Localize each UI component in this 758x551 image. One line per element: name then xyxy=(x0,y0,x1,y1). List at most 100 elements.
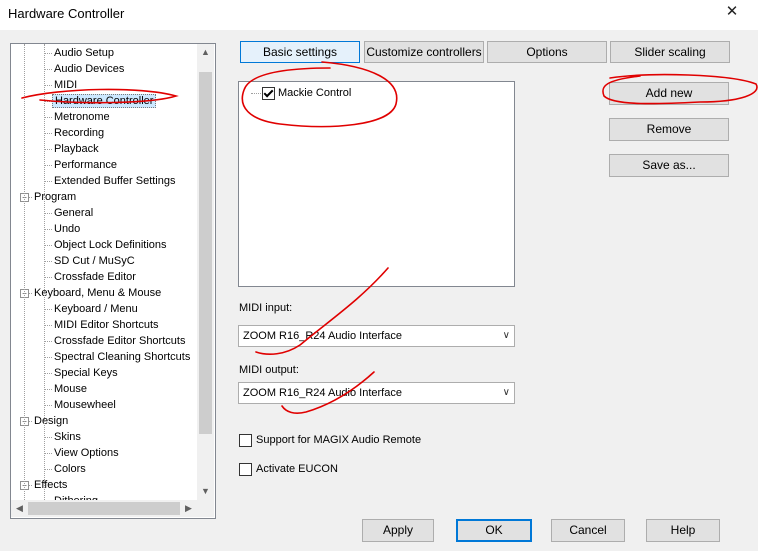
help-button[interactable]: Help xyxy=(646,519,720,542)
tree-item[interactable]: Skins xyxy=(52,429,83,445)
scroll-left-icon[interactable]: ◀ xyxy=(11,500,28,517)
list-item[interactable]: Mackie Control xyxy=(251,85,351,101)
midi-output-select[interactable]: ZOOM R16_R24 Audio Interface ∨ xyxy=(238,382,515,404)
midi-output-value: ZOOM R16_R24 Audio Interface xyxy=(243,387,402,399)
tree-viewport: Audio Setup Audio Devices MIDI Hardware Con… xyxy=(11,44,197,500)
tree-line xyxy=(44,133,52,134)
tree-line xyxy=(44,149,52,150)
tree-item[interactable]: Metronome xyxy=(52,109,112,125)
tree-line xyxy=(44,309,52,310)
tree-line xyxy=(44,53,52,54)
tree-item-label: Skins xyxy=(54,431,81,443)
tree-item[interactable]: Playback xyxy=(52,141,101,157)
tree-item-label: Spectral Cleaning Shortcuts xyxy=(54,351,191,363)
tree-item-label: Performance xyxy=(54,159,117,171)
tree-item[interactable]: Extended Buffer Settings xyxy=(52,173,178,189)
tree-item[interactable]: Effects xyxy=(32,477,69,493)
tree-item-label: Crossfade Editor xyxy=(54,271,136,283)
tree-item-label: Undo xyxy=(54,223,81,235)
tree-line xyxy=(44,181,52,182)
tree-line xyxy=(44,405,52,406)
tab-basic-settings[interactable]: Basic settings xyxy=(240,41,360,63)
tree-item[interactable]: Crossfade Editor xyxy=(52,269,138,285)
tree-item[interactable]: Mouse xyxy=(52,381,89,397)
tree-item-label: Colors xyxy=(54,463,86,475)
tree-line xyxy=(44,213,52,214)
tree-item[interactable]: Audio Devices xyxy=(52,61,126,77)
magix-remote-checkbox[interactable] xyxy=(239,433,252,447)
tree-item[interactable]: Program xyxy=(32,189,78,205)
tree-item-label: Mouse xyxy=(54,383,88,395)
tree-line xyxy=(44,453,52,454)
add-new-button[interactable]: Add new xyxy=(609,82,729,105)
tree-line xyxy=(44,261,52,262)
chevron-down-icon: ∨ xyxy=(502,330,510,341)
settings-tree[interactable]: Audio Setup Audio Devices MIDI Hardware Con… xyxy=(10,43,216,519)
tree-item[interactable]: General xyxy=(52,205,95,221)
tree-item[interactable]: Object Lock Definitions xyxy=(52,237,169,253)
tree-item[interactable]: Undo xyxy=(52,221,82,237)
tree-vertical-scrollbar[interactable]: ▲ ▼ xyxy=(197,44,214,500)
tree-item[interactable]: Recording xyxy=(52,125,106,141)
scroll-down-icon[interactable]: ▼ xyxy=(197,483,214,500)
tree-line xyxy=(44,101,52,102)
tree-item[interactable]: Performance xyxy=(52,157,119,173)
tree-item[interactable]: MIDI xyxy=(52,77,79,93)
close-icon[interactable]: ✕ xyxy=(722,2,742,22)
tree-line xyxy=(44,469,52,470)
tree-item[interactable]: Mousewheel xyxy=(52,397,118,413)
tree-item-label: Audio Setup xyxy=(54,47,114,59)
tree-item-label: Keyboard / Menu xyxy=(54,303,138,315)
tab-slider-scaling[interactable]: Slider scaling xyxy=(610,41,730,63)
tree-item[interactable]: Keyboard / Menu xyxy=(52,301,140,317)
scroll-corner xyxy=(197,500,214,517)
magix-remote-label: Support for MAGIX Audio Remote xyxy=(256,434,422,446)
tree-item-label: MIDI xyxy=(54,79,78,91)
tree-item[interactable]: Audio Setup xyxy=(52,45,116,61)
controller-checkbox[interactable] xyxy=(262,86,275,100)
tree-item-label: Keyboard, Menu & Mouse xyxy=(34,287,162,299)
ok-button[interactable]: OK xyxy=(456,519,532,542)
tree-item[interactable]: View Options xyxy=(52,445,121,461)
tree-item-label: Crossfade Editor Shortcuts xyxy=(54,335,186,347)
apply-button[interactable]: Apply xyxy=(362,519,434,542)
tree-item[interactable]: Crossfade Editor Shortcuts xyxy=(52,333,187,349)
save-as-button[interactable]: Save as... xyxy=(609,154,729,177)
tab-customize-controllers[interactable]: Customize controllers xyxy=(364,41,484,63)
eucon-checkbox[interactable] xyxy=(239,462,252,476)
tree-item-label: MIDI Editor Shortcuts xyxy=(54,319,159,331)
eucon-label: Activate EUCON xyxy=(256,463,338,475)
tree-item-label: Playback xyxy=(54,143,99,155)
scroll-thumb[interactable] xyxy=(199,72,212,434)
tree-item[interactable]: Spectral Cleaning Shortcuts xyxy=(52,349,192,365)
midi-input-value: ZOOM R16_R24 Audio Interface xyxy=(243,330,402,342)
controller-list[interactable]: Mackie Control xyxy=(238,81,515,287)
magix-remote-option[interactable]: Support for MAGIX Audio Remote xyxy=(239,433,421,447)
tree-horizontal-scrollbar[interactable]: ◀ ▶ xyxy=(11,500,197,517)
tree-item[interactable]: Dithering xyxy=(52,493,100,500)
tree-item[interactable]: Colors xyxy=(52,461,88,477)
tree-item[interactable]: Hardware Controller xyxy=(52,93,157,109)
cancel-button[interactable]: Cancel xyxy=(551,519,625,542)
scroll-right-icon[interactable]: ▶ xyxy=(180,500,197,517)
tree-line xyxy=(44,341,52,342)
tree-item[interactable]: Special Keys xyxy=(52,365,120,381)
remove-button[interactable]: Remove xyxy=(609,118,729,141)
tree-item-label: Metronome xyxy=(54,111,110,123)
tree-item[interactable]: Keyboard, Menu & Mouse xyxy=(32,285,163,301)
tree-line xyxy=(44,85,52,86)
tree-item[interactable]: SD Cut / MuSyC xyxy=(52,253,137,269)
midi-input-select[interactable]: ZOOM R16_R24 Audio Interface ∨ xyxy=(238,325,515,347)
tab-options[interactable]: Options xyxy=(487,41,607,63)
scroll-up-icon[interactable]: ▲ xyxy=(197,44,214,61)
midi-output-label: MIDI output: xyxy=(239,364,299,376)
eucon-option[interactable]: Activate EUCON xyxy=(239,462,338,476)
tree-line xyxy=(44,389,52,390)
tree-item[interactable]: MIDI Editor Shortcuts xyxy=(52,317,161,333)
hscroll-thumb[interactable] xyxy=(28,502,180,515)
tree-item[interactable]: Design xyxy=(32,413,70,429)
tree-line xyxy=(44,325,52,326)
tree-line xyxy=(44,357,52,358)
tree-item-label: Mousewheel xyxy=(54,399,116,411)
tree-line xyxy=(44,69,52,70)
